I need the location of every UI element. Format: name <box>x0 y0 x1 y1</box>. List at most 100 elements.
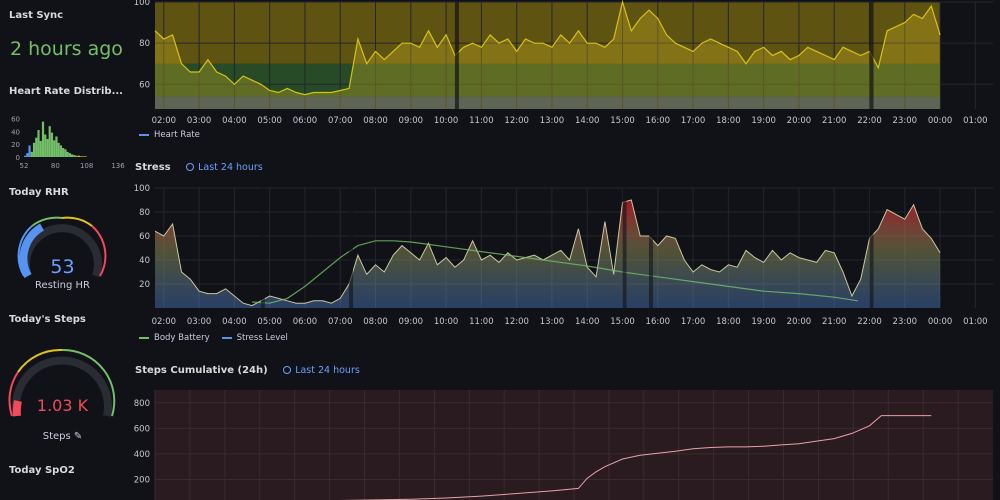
y-tick-label: 100 <box>134 0 150 8</box>
x-tick-label: 02:00 <box>152 116 177 126</box>
x-tick-label: 23:00 <box>893 116 918 126</box>
steps-label: Steps ✎ <box>42 431 83 442</box>
x-tick-label: 17:00 <box>681 317 706 327</box>
x-tick-label: 06:00 <box>293 317 318 327</box>
x-tick-label: 18:00 <box>716 116 741 126</box>
hr-dist-bar <box>75 155 78 157</box>
y-tick-label: 200 <box>134 475 150 485</box>
stress-time-range-label: Last 24 hours <box>198 162 263 173</box>
hr-distribution-title[interactable]: Heart Rate Distrib... <box>9 86 123 97</box>
rhr-title: Today RHR <box>9 187 69 198</box>
x-tick-label: 01:00 <box>963 116 988 126</box>
x-tick-label: 16:00 <box>646 116 671 126</box>
x-tick-label: 15:00 <box>610 116 635 126</box>
x-tick-label: 19:00 <box>751 116 776 126</box>
legend-label: Heart Rate <box>154 130 200 140</box>
hr-dist-bar <box>57 142 60 157</box>
hr-dist-bar <box>41 121 45 157</box>
x-tick-label: 10:00 <box>434 317 459 327</box>
x-tick-label: 11:00 <box>469 116 494 126</box>
hr-dist-bar <box>64 149 67 157</box>
x-tick-label: 00:00 <box>928 317 953 327</box>
clock-icon <box>283 366 292 374</box>
rhr-gauge <box>17 216 107 278</box>
legend-label: Stress Level <box>236 333 288 343</box>
x-tick-label: 16:00 <box>646 317 671 327</box>
stress-chart: 100 80 60 40 20 02:00 03:00 04:00 05:00 06:00 07:0… <box>134 184 993 327</box>
y-tick-label: 100 <box>134 184 150 194</box>
data-gap <box>648 188 653 308</box>
stress-legend: Body Battery Stress Level <box>139 333 288 343</box>
legend-label: Body Battery <box>154 333 210 343</box>
data-gap <box>622 188 627 308</box>
x-tick-label: 07:00 <box>328 317 353 327</box>
data-gap <box>869 2 874 109</box>
stress-title-text: Stress <box>135 162 171 173</box>
hr-dist-bar <box>46 139 49 157</box>
x-tick-label: 03:00 <box>187 317 212 327</box>
heart-rate-legend: Heart Rate <box>139 130 200 140</box>
x-tick-label: 02:00 <box>152 317 177 327</box>
x-tick-label: 06:00 <box>293 116 318 126</box>
x-tick-label: 15:00 <box>610 317 635 327</box>
y-tick-label: 80 <box>139 39 150 49</box>
y-tick-label: 60 <box>139 232 150 242</box>
steps-time-range[interactable]: Last 24 hours <box>283 365 360 376</box>
clock-icon <box>186 163 195 171</box>
data-gap <box>349 188 354 308</box>
legend-swatch <box>139 337 149 339</box>
legend-swatch <box>221 337 232 339</box>
x-tick-label: 00:00 <box>928 116 953 126</box>
data-gap <box>454 2 459 109</box>
hr-dist-bar <box>44 134 47 157</box>
x-tick-label: 18:00 <box>716 317 741 327</box>
hr-dist-bar <box>71 154 74 157</box>
x-tick-label: 20:00 <box>787 317 812 327</box>
x-tick-label: 07:00 <box>328 116 353 126</box>
stress-panel-title[interactable]: Stress Last 24 hours <box>135 162 263 173</box>
x-tick-label: 14:00 <box>575 116 600 126</box>
hr-dist-y-tick: 60 <box>11 115 20 123</box>
hr-distribution-chart: 60 40 20 052 80 108 136 <box>11 115 125 170</box>
legend-item-body-battery[interactable]: Body Battery <box>139 333 210 343</box>
y-tick-label: 400 <box>134 450 150 460</box>
x-tick-label: 21:00 <box>822 116 847 126</box>
steps-panel-title[interactable]: Steps Cumulative (24h) Last 24 hours <box>135 365 360 376</box>
hr-dist-bar <box>82 156 85 157</box>
y-tick-label: 80 <box>139 208 150 218</box>
hr-dist-bar <box>37 130 40 157</box>
steps-title-text: Steps Cumulative (24h) <box>135 365 268 376</box>
hr-dist-x-tick: 80 <box>51 162 60 170</box>
x-tick-label: 09:00 <box>399 317 424 327</box>
hr-dist-y-tick: 20 <box>11 141 20 149</box>
steps-time-range-label: Last 24 hours <box>295 365 360 376</box>
x-tick-label: 13:00 <box>540 317 565 327</box>
x-tick-label: 10:00 <box>434 116 459 126</box>
hr-dist-bar <box>62 148 65 157</box>
legend-item-stress-level[interactable]: Stress Level <box>221 333 288 343</box>
hr-dist-bar <box>24 155 27 157</box>
hr-dist-bar <box>28 145 31 157</box>
stress-time-range[interactable]: Last 24 hours <box>186 162 263 173</box>
x-tick-label: 22:00 <box>857 317 882 327</box>
x-tick-label: 13:00 <box>540 116 565 126</box>
hr-dist-x-tick: 108 <box>80 162 93 170</box>
main-panels: 100 80 60 02:00 03:00 04:00 05:00 06:00 07:00 08:… <box>125 0 1000 500</box>
x-tick-label: 04:00 <box>222 317 247 327</box>
last-sync-value: 2 hours ago <box>10 38 123 60</box>
steps-title: Today's Steps <box>9 314 86 325</box>
hr-dist-bar <box>84 156 87 157</box>
x-tick-label: 08:00 <box>363 317 388 327</box>
x-tick-label: 12:00 <box>504 317 529 327</box>
y-tick-label: 20 <box>139 280 150 290</box>
heart-rate-chart: 100 80 60 02:00 03:00 04:00 05:00 06:00 07:00 08:… <box>134 0 993 126</box>
legend-item-heart-rate[interactable]: Heart Rate <box>139 130 200 140</box>
y-tick-label: 800 <box>134 399 150 409</box>
rhr-label: Resting HR <box>35 280 90 291</box>
y-tick-label: 60 <box>139 80 150 90</box>
hr-dist-bar <box>55 136 58 157</box>
x-tick-label: 03:00 <box>187 116 212 126</box>
hr-dist-bar <box>30 151 33 157</box>
y-tick-label: 600 <box>134 424 150 434</box>
steps-value: 1.03 K <box>36 396 89 415</box>
